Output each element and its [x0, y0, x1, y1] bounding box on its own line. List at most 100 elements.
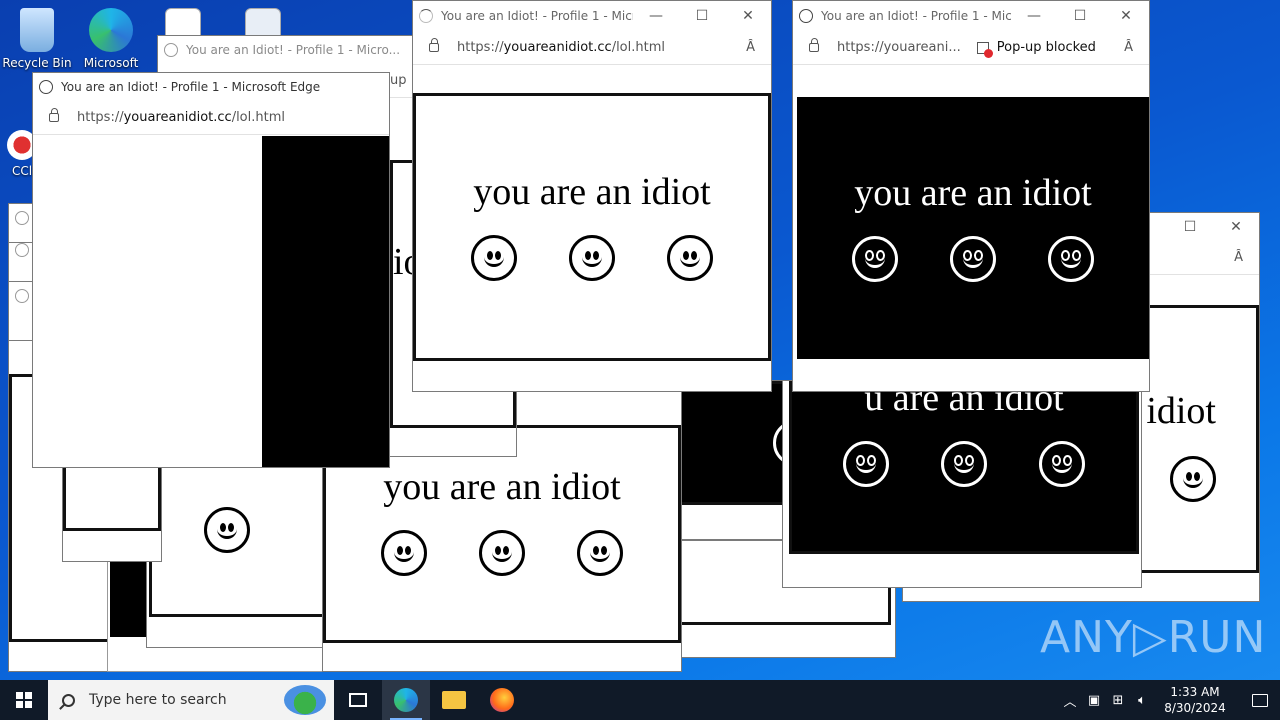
taskbar-search-box[interactable]: Type here to search	[48, 680, 334, 720]
lock-icon	[429, 38, 439, 52]
smiley-favicon-icon	[799, 9, 813, 23]
popup-blocked-button[interactable]: Pop-up blocked	[976, 40, 1096, 58]
smiley-face-icon	[1170, 456, 1216, 502]
task-view-icon	[349, 693, 367, 707]
notifications-button[interactable]	[1240, 693, 1280, 707]
device-icon[interactable]: ▣	[1082, 693, 1106, 708]
browser-window-front-left[interactable]: You are an Idiot! - Profile 1 - Microsof…	[32, 72, 390, 468]
edge-icon	[394, 688, 418, 712]
clock-time: 1:33 AM	[1170, 685, 1220, 699]
window-title: You are an Idiot! - Profile 1 - Micro...	[821, 9, 1011, 23]
browser-window-bg-mid-2[interactable]	[146, 440, 346, 648]
browser-window-bg-right-2[interactable]: u are an idiot	[782, 380, 1142, 588]
desktop-icon-label: CCl	[11, 164, 33, 178]
network-icon[interactable]: ⊞	[1106, 693, 1130, 708]
notification-icon	[1252, 693, 1268, 707]
desktop-icon-edge[interactable]: Microsoft	[74, 8, 148, 70]
maximize-button[interactable]: ☐	[1057, 8, 1103, 24]
page-phrase: you are an idiot	[383, 466, 621, 508]
read-aloud-icon[interactable]: Ȃ	[746, 40, 755, 55]
page-panel-fragment	[262, 136, 389, 467]
page-panel: you are an idiot	[413, 93, 771, 361]
address-bar[interactable]: https://youareanidiot.cc/lol.html	[33, 101, 389, 135]
maximize-button[interactable]: ☐	[679, 8, 725, 24]
browser-window-top-middle[interactable]: You are an Idiot! - Profile 1 - Micro...…	[412, 0, 772, 392]
window-titlebar[interactable]: You are an Idiot! - Profile 1 - Micro...…	[793, 1, 1149, 31]
taskbar-edge-button[interactable]	[382, 680, 430, 720]
chevron-up-icon[interactable]: ︿	[1058, 691, 1082, 710]
page-phrase: you are an idiot	[473, 171, 711, 213]
url-prefix: https://	[77, 110, 124, 125]
read-aloud-icon[interactable]: Ȃ	[1124, 40, 1133, 55]
lock-icon	[49, 108, 59, 122]
smiley-favicon-icon	[164, 43, 178, 57]
url-path: /lol.html	[231, 110, 285, 125]
search-icon	[62, 693, 75, 707]
smiley-face-icon	[843, 441, 889, 487]
lock-icon	[809, 38, 819, 52]
recycle-bin-icon	[20, 8, 54, 52]
smiley-face-icon	[204, 507, 250, 553]
smiley-face-icon	[577, 530, 623, 576]
close-button[interactable]: ✕	[725, 8, 771, 24]
anyrun-watermark: ANY▷RUN	[1040, 612, 1267, 663]
smiley-favicon-icon	[15, 243, 29, 257]
page-panel: you are an idiot	[797, 97, 1149, 359]
url-domain: youareanidiot.cc	[503, 40, 612, 55]
smiley-face-icon	[1039, 441, 1085, 487]
browser-window-top-right[interactable]: You are an Idiot! - Profile 1 - Micro...…	[792, 0, 1150, 392]
start-button[interactable]	[0, 680, 48, 720]
page-panel	[149, 443, 345, 617]
desktop-icon-recycle-bin[interactable]: Recycle Bin	[0, 8, 74, 70]
file-explorer-icon	[442, 691, 466, 709]
minimize-button[interactable]: —	[633, 8, 679, 24]
close-button[interactable]: ✕	[1213, 219, 1259, 235]
edge-icon	[89, 8, 133, 52]
popup-blocked-label: Pop-up blocked	[996, 40, 1096, 55]
system-tray: ︿ ▣ ⊞ 🔈︎ 1:33 AM 8/30/2024	[1058, 680, 1280, 720]
taskbar-clock[interactable]: 1:33 AM 8/30/2024	[1160, 684, 1230, 716]
smiley-face-icon	[941, 441, 987, 487]
smiley-face-icon	[852, 236, 898, 282]
window-titlebar[interactable]: You are an Idiot! - Profile 1 - Micro...…	[413, 1, 771, 31]
url-truncated: https://youareani...	[837, 40, 961, 55]
search-highlight-icon[interactable]	[284, 685, 326, 715]
clock-date: 8/30/2024	[1164, 701, 1226, 715]
minimize-button[interactable]: —	[1011, 8, 1057, 24]
address-bar[interactable]: https://youareanidiot.cc/lol.html Ȃ	[413, 31, 771, 65]
smiley-favicon-icon	[39, 80, 53, 94]
smiley-face-icon	[950, 236, 996, 282]
smiley-face-icon	[1048, 236, 1094, 282]
smiley-face-icon	[569, 235, 615, 281]
smiley-face-icon	[471, 235, 517, 281]
taskbar-firefox-button[interactable]	[478, 680, 526, 720]
url-path: /lol.html	[611, 40, 665, 55]
smiley-favicon-icon	[15, 211, 29, 225]
page-panel: u are an idiot	[789, 381, 1139, 554]
volume-icon[interactable]: 🔈︎	[1130, 693, 1154, 708]
loading-spinner-icon	[419, 9, 433, 23]
smiley-face-icon	[381, 530, 427, 576]
read-aloud-icon[interactable]: Ȃ	[1234, 250, 1243, 265]
smiley-favicon-icon	[15, 289, 29, 303]
smiley-face-icon	[479, 530, 525, 576]
firefox-icon	[490, 688, 514, 712]
windows-logo-icon	[16, 692, 32, 708]
maximize-button[interactable]: ☐	[1167, 219, 1213, 235]
page-phrase: you are an idiot	[854, 172, 1092, 214]
url-prefix: https://	[457, 40, 504, 55]
window-titlebar[interactable]: You are an Idiot! - Profile 1 - Microsof…	[33, 73, 389, 101]
address-bar[interactable]: https://youareani... Pop-up blocked Ȃ	[793, 31, 1149, 65]
page-panel-fragment	[110, 561, 150, 637]
window-title: You are an Idiot! - Profile 1 - Microsof…	[61, 80, 321, 94]
address-bar-fragment: up	[390, 73, 407, 88]
search-placeholder: Type here to search	[89, 692, 227, 708]
page-fragment-text: idiot	[1146, 390, 1216, 432]
window-title: You are an Idiot! - Profile 1 - Micro...	[441, 9, 633, 23]
taskbar-file-explorer-button[interactable]	[430, 680, 478, 720]
url-domain: youareanidiot.cc	[123, 110, 232, 125]
desktop-icon-label: Microsoft	[83, 56, 139, 70]
close-button[interactable]: ✕	[1103, 8, 1149, 24]
task-view-button[interactable]	[334, 680, 382, 720]
smiley-face-icon	[667, 235, 713, 281]
